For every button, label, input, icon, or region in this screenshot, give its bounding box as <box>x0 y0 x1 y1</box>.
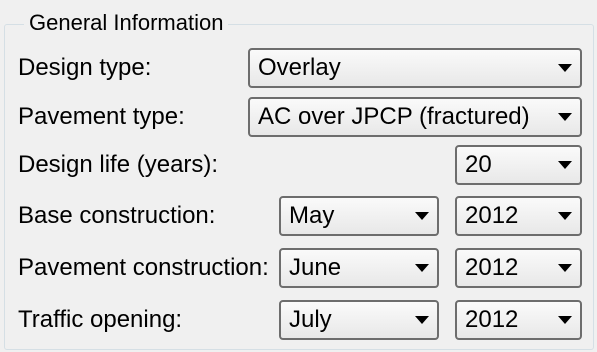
traffic-opening-month-select[interactable]: July <box>279 300 439 340</box>
base-construction-label: Base construction: <box>18 202 216 229</box>
pavement-construction-month-select[interactable]: June <box>279 248 439 288</box>
base-construction-year-select[interactable]: 2012 <box>455 196 582 236</box>
general-information-panel: General Information Design type: Overlay… <box>0 0 597 352</box>
traffic-opening-year-select[interactable]: 2012 <box>455 300 582 340</box>
pavement-type-value: AC over JPCP (fractured) <box>258 103 530 130</box>
chevron-down-icon[interactable] <box>407 302 437 338</box>
pavement-type-label: Pavement type: <box>18 103 185 130</box>
chevron-down-icon[interactable] <box>550 250 580 286</box>
pavement-construction-year-value: 2012 <box>465 254 519 281</box>
design-type-select[interactable]: Overlay <box>248 48 582 88</box>
traffic-opening-month-value: July <box>289 306 332 333</box>
chevron-down-icon[interactable] <box>550 50 580 86</box>
pavement-construction-month-value: June <box>289 254 342 281</box>
chevron-down-icon[interactable] <box>407 198 437 234</box>
chevron-down-icon[interactable] <box>550 302 580 338</box>
pavement-construction-label: Pavement construction: <box>18 254 269 281</box>
chevron-down-icon[interactable] <box>407 250 437 286</box>
group-title: General Information <box>24 8 229 38</box>
base-construction-month-value: May <box>289 202 335 229</box>
design-type-label: Design type: <box>18 54 152 81</box>
traffic-opening-year-value: 2012 <box>465 306 519 333</box>
chevron-down-icon[interactable] <box>550 99 580 135</box>
pavement-type-select[interactable]: AC over JPCP (fractured) <box>248 97 582 137</box>
chevron-down-icon[interactable] <box>550 147 580 183</box>
base-construction-year-value: 2012 <box>465 202 519 229</box>
traffic-opening-label: Traffic opening: <box>18 306 183 333</box>
pavement-construction-year-select[interactable]: 2012 <box>455 248 582 288</box>
design-life-value: 20 <box>465 151 492 178</box>
design-type-value: Overlay <box>258 54 341 81</box>
base-construction-month-select[interactable]: May <box>279 196 439 236</box>
design-life-select[interactable]: 20 <box>455 145 582 185</box>
design-life-label: Design life (years): <box>18 151 219 178</box>
chevron-down-icon[interactable] <box>550 198 580 234</box>
